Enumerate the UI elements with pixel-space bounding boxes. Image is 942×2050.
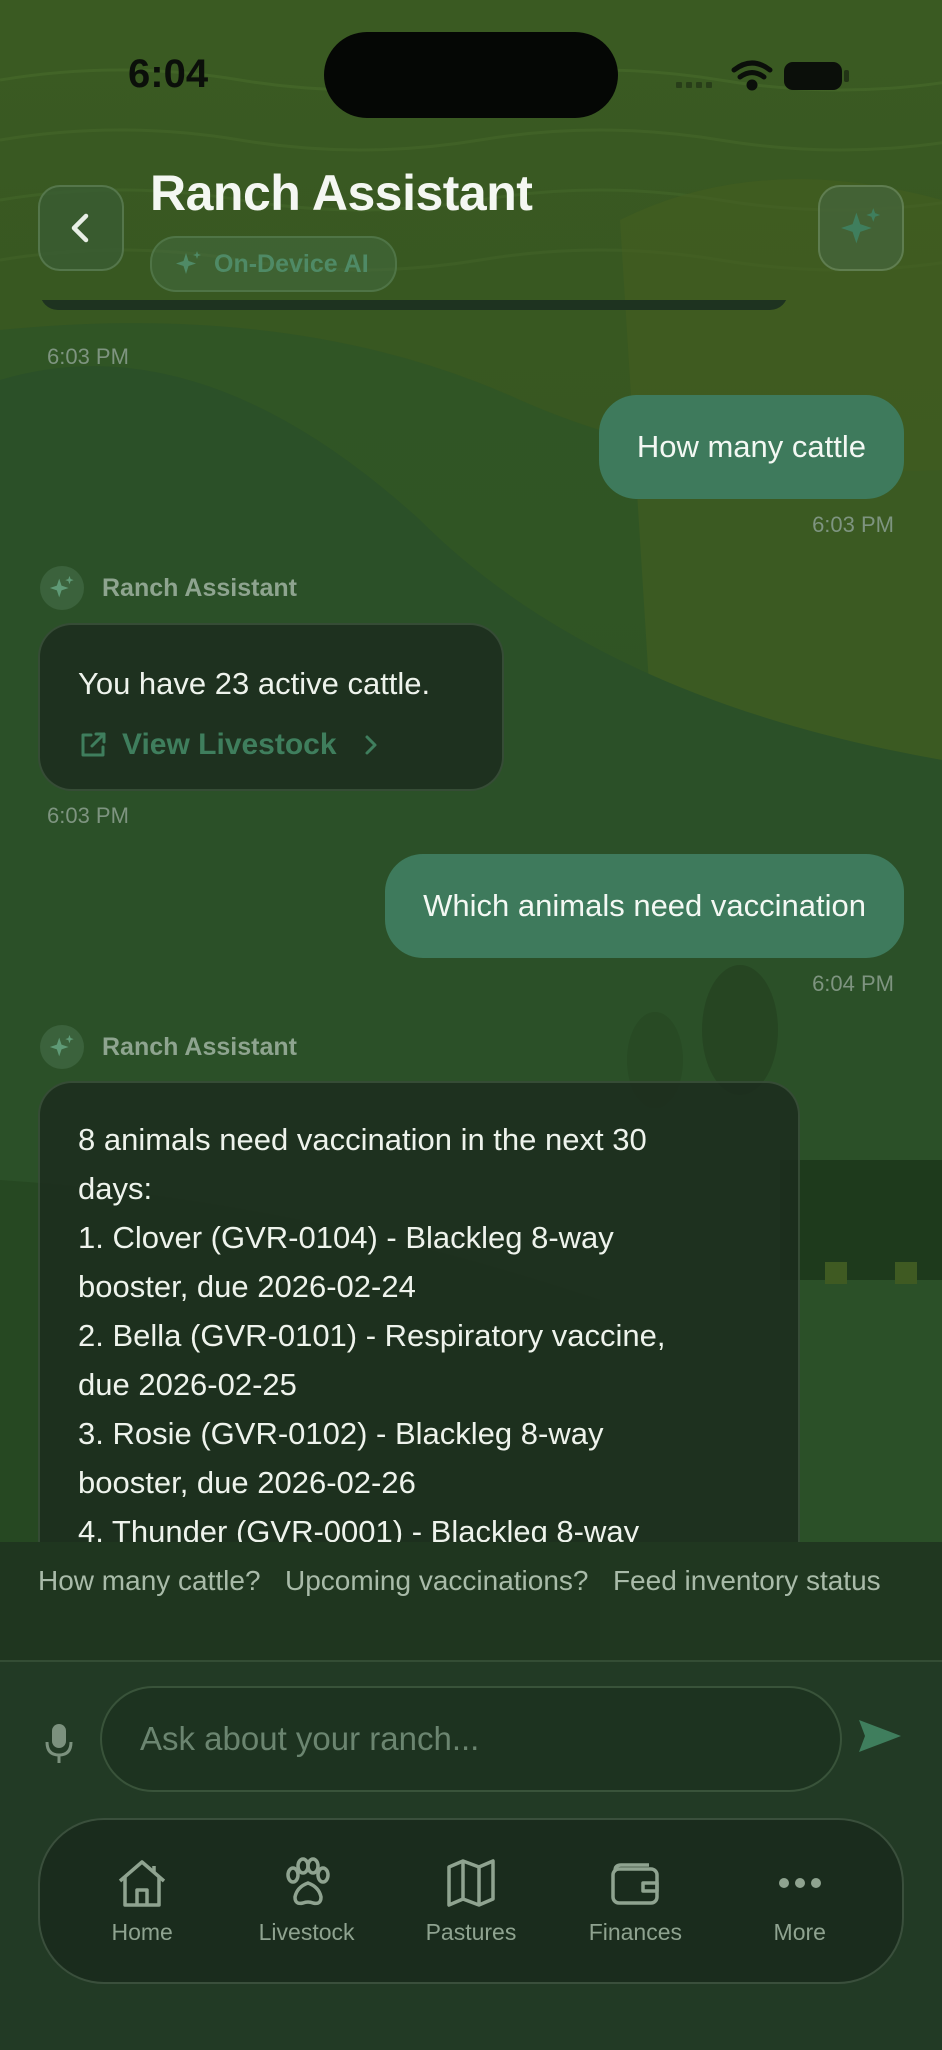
assistant-sender: Ranch Assistant (40, 1025, 297, 1069)
status-time: 6:04 (128, 52, 209, 96)
map-icon (447, 1858, 495, 1907)
tab-label: Livestock (258, 1918, 355, 1945)
sparkles-icon (841, 208, 881, 244)
chevron-left-icon (71, 213, 89, 243)
battery-icon (784, 62, 849, 90)
tab-label: More (773, 1918, 826, 1945)
chevron-right-icon (365, 735, 377, 754)
house-icon (119, 1859, 166, 1907)
external-link-icon (81, 732, 106, 756)
message-line: 1. Clover (GVR-0104) - Blackleg 8-way (78, 1220, 614, 1255)
user-message-text: How many cattle (636, 429, 866, 464)
assistant-avatar (40, 566, 84, 610)
send-icon (859, 1720, 901, 1752)
back-button[interactable] (38, 185, 124, 271)
assistant-message-bubble: 8 animals need vaccination in the next 3… (38, 1081, 800, 1542)
user-message-bubble: How many cattle (598, 395, 904, 499)
wallet-icon (611, 1862, 660, 1905)
tab-pastures[interactable]: Pastures (396, 1857, 546, 1946)
assistant-name: Ranch Assistant (102, 573, 297, 602)
mic-button[interactable] (40, 1714, 78, 1774)
page-title: Ranch Assistant (150, 165, 533, 221)
suggestion-chips: How many cattle? Upcoming vaccinations? … (0, 1542, 942, 1660)
paw-icon (285, 1856, 330, 1905)
tab-label: Home (111, 1918, 173, 1945)
status-icons (658, 56, 858, 101)
microphone-icon (45, 1724, 73, 1763)
tab-more[interactable]: More (725, 1857, 875, 1946)
message-line: 2. Bella (GVR-0101) - Respiratory vaccin… (78, 1318, 666, 1353)
message-timestamp: 6:03 PM (47, 803, 129, 828)
tab-home[interactable]: Home (67, 1857, 217, 1946)
message-line: booster, due 2026-02-24 (78, 1269, 416, 1304)
ask-input[interactable] (100, 1686, 842, 1792)
badge-label: On-Device AI (214, 249, 369, 278)
sparkles-icon (49, 1034, 74, 1057)
send-button[interactable] (854, 1710, 906, 1762)
wifi-icon (731, 60, 773, 91)
user-message-bubble: Which animals need vaccination (385, 854, 904, 958)
tab-label: Pastures (425, 1918, 517, 1945)
view-livestock-link[interactable]: View Livestock (78, 720, 464, 769)
message-timestamp: 6:03 PM (47, 344, 129, 369)
suggestion-chip[interactable]: How many cattle? (38, 1565, 261, 1597)
tab-bar: Home Livestock Pastures Finances More (38, 1818, 904, 1984)
message-line: 3. Rosie (GVR-0102) - Blackleg 8-way (78, 1416, 604, 1451)
assistant-name: Ranch Assistant (102, 1032, 297, 1061)
view-livestock-label: View Livestock (122, 728, 337, 761)
message-line: 4. Thunder (GVR-0001) - Blackleg 8-way (78, 1514, 640, 1542)
message-timestamp: 6:03 PM (812, 512, 894, 537)
composer-area: Home Livestock Pastures Finances Mo (0, 1660, 942, 2050)
message-timestamp: 6:04 PM (812, 971, 894, 996)
ellipsis-icon (778, 1877, 821, 1888)
on-device-ai-badge: On-Device AI (150, 236, 397, 292)
sparkles-icon (49, 575, 74, 598)
status-bar: 6:04 (0, 0, 942, 150)
sparkles-icon (176, 251, 201, 274)
assistant-message-text: You have 23 active cattle. (78, 666, 431, 701)
tab-label: Finances (588, 1918, 683, 1945)
dynamic-island (324, 32, 618, 118)
user-message-text: Which animals need vaccination (423, 888, 866, 923)
assistant-message-bubble: You have 23 active cattle. View Livestoc… (38, 623, 504, 791)
assistant-avatar (40, 1025, 84, 1069)
suggestion-chip[interactable]: Upcoming vaccinations? (285, 1565, 589, 1597)
message-line: days: (78, 1171, 153, 1206)
cellular-icon (676, 82, 712, 88)
suggestion-chip[interactable]: Feed inventory status (613, 1565, 881, 1597)
tab-livestock[interactable]: Livestock (232, 1856, 382, 1946)
message-line: 8 animals need vaccination in the next 3… (78, 1122, 647, 1157)
ai-sparkle-button[interactable] (818, 185, 904, 271)
tab-finances[interactable]: Finances (560, 1857, 710, 1946)
message-line: due 2026-02-25 (78, 1367, 297, 1402)
message-line: booster, due 2026-02-26 (78, 1465, 416, 1500)
assistant-sender: Ranch Assistant (40, 566, 297, 610)
chat-thread[interactable]: 6:03 PM How many cattle 6:03 PM Ranch As… (0, 300, 942, 1542)
previous-message-bubble (40, 300, 788, 310)
